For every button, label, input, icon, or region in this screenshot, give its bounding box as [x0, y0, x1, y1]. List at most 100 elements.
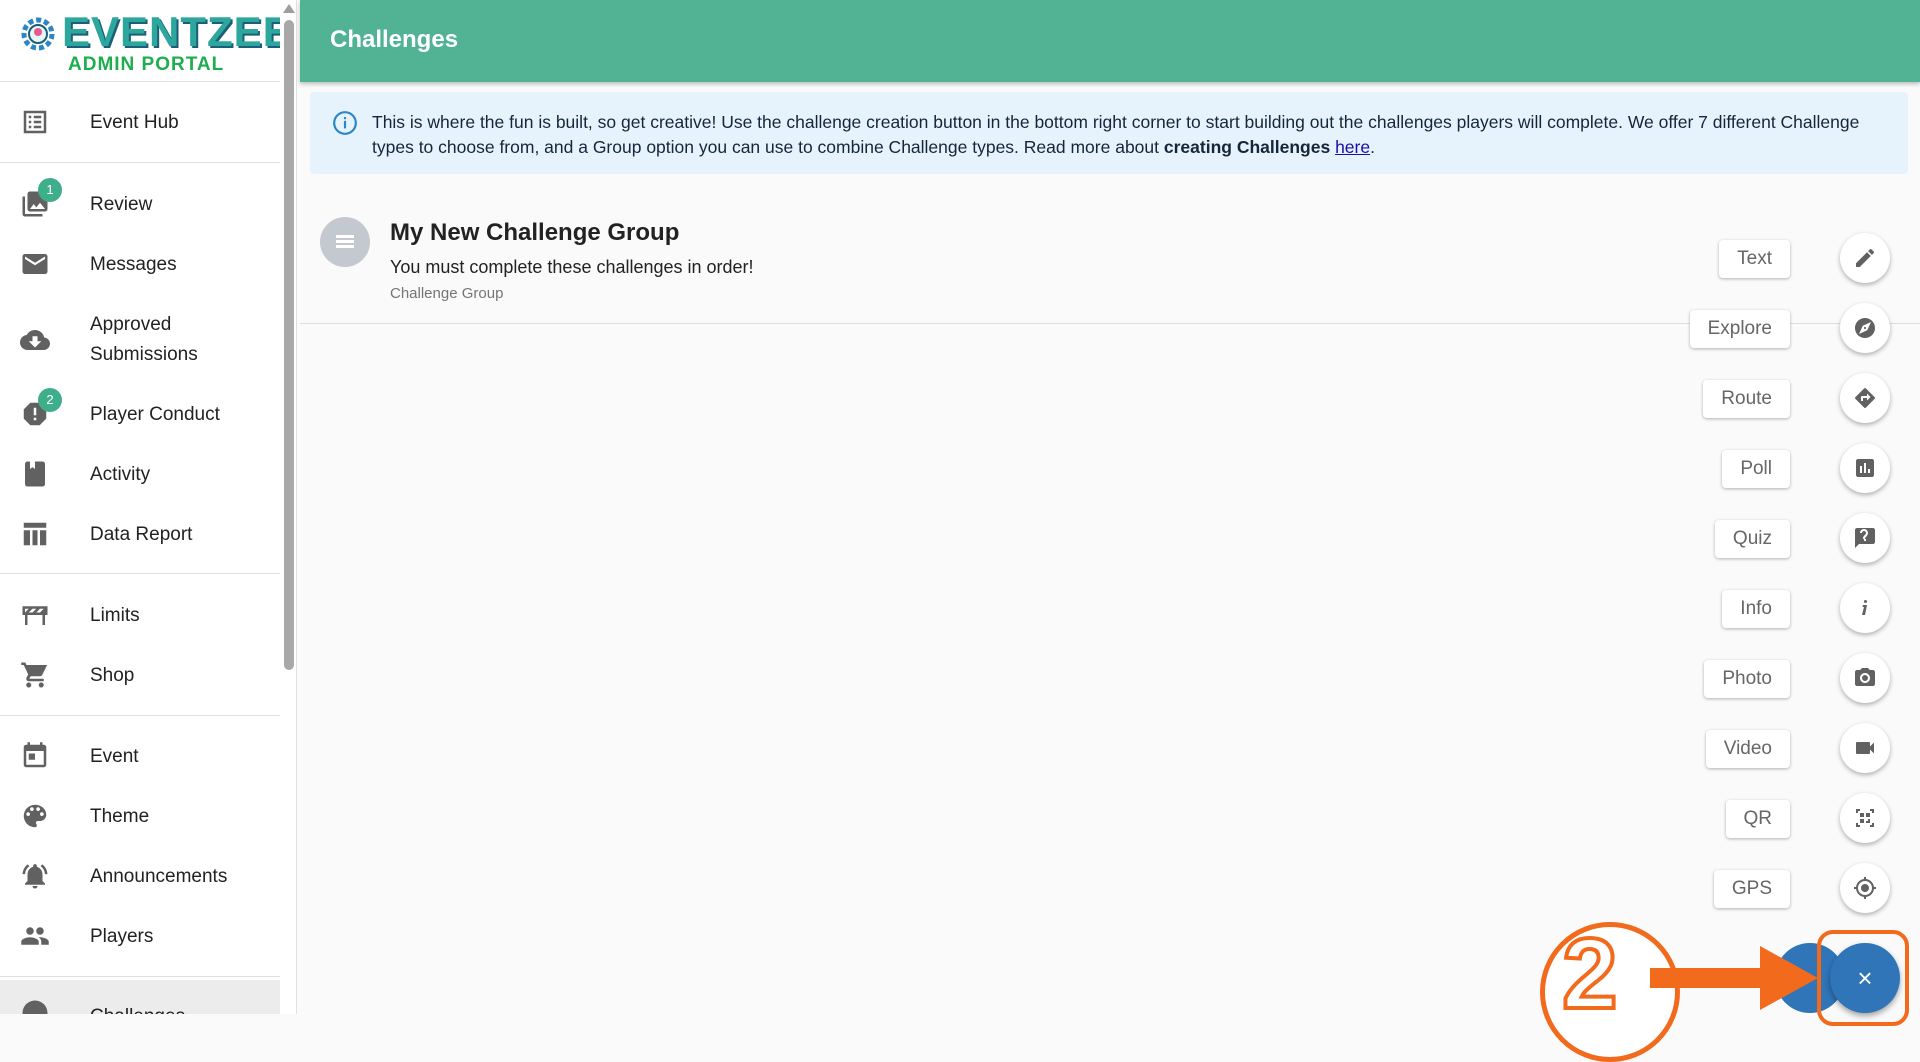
sidebar-item-label: Player Conduct: [90, 403, 220, 425]
speed-dial-button[interactable]: [1840, 793, 1890, 843]
speed-dial-button[interactable]: [1840, 513, 1890, 563]
conduct-count-badge: 2: [38, 388, 62, 412]
speed-dial-info[interactable]: Info: [1690, 583, 1890, 633]
speed-dial-route[interactable]: Route: [1690, 373, 1890, 423]
speed-dial-button[interactable]: [1840, 583, 1890, 633]
sidebar-item-label: Players: [90, 925, 154, 947]
speed-dial-poll[interactable]: Poll: [1690, 443, 1890, 493]
sidebar-item-challenges[interactable]: Challenges: [0, 980, 280, 1014]
speed-dial-button[interactable]: [1840, 443, 1890, 493]
speed-dial-photo[interactable]: Photo: [1690, 653, 1890, 703]
sidebar-item-theme[interactable]: Theme: [0, 788, 280, 844]
barrier-icon: [20, 600, 50, 630]
speed-dial-button[interactable]: [1840, 303, 1890, 353]
challenges-icon: [20, 998, 50, 1014]
nav-divider: [0, 573, 280, 574]
compass-icon: [1855, 318, 1875, 338]
review-count-badge: 1: [38, 178, 62, 202]
sidebar-item-label: Challenges: [90, 1002, 185, 1014]
group-stack-icon: [336, 235, 354, 248]
bar-chart-icon: [1856, 459, 1874, 477]
palette-icon: [20, 801, 50, 831]
sidebar-item-label-line1: Approved: [90, 314, 172, 335]
sidebar-item-players[interactable]: Players: [0, 908, 280, 964]
speed-dial-button[interactable]: [1840, 723, 1890, 773]
sidebar-item-label: Event: [90, 745, 139, 767]
pencil-icon: [1856, 248, 1875, 267]
calendar-icon: [20, 741, 50, 771]
brand-subtitle: ADMIN PORTAL: [68, 54, 225, 75]
speed-dial-label[interactable]: Info: [1722, 590, 1790, 628]
eventzee-logo[interactable]: EVENTZEE ADMIN PORTAL: [18, 10, 291, 76]
sidebar-item-label: Messages: [90, 253, 177, 275]
speed-dial-label[interactable]: QR: [1725, 800, 1790, 838]
book-icon: [20, 459, 50, 489]
speed-dial-video[interactable]: Video: [1690, 723, 1890, 773]
sidebar-item-event[interactable]: Event: [0, 728, 280, 784]
camera-icon: [1855, 668, 1875, 686]
info-circle-icon: [333, 111, 357, 135]
video-camera-icon: [1856, 742, 1874, 754]
speed-dial-text[interactable]: Text: [1690, 233, 1890, 283]
speed-dial-gps[interactable]: GPS: [1690, 863, 1890, 913]
sidebar-item-label: Review: [90, 193, 153, 215]
sidebar-item-label: Data Report: [90, 523, 193, 545]
speed-dial-quiz[interactable]: Quiz: [1690, 513, 1890, 563]
sidebar-item-approved-submissions[interactable]: Approved Submissions: [0, 310, 280, 370]
nav-divider: [0, 715, 280, 716]
speed-dial-button[interactable]: [1840, 653, 1890, 703]
speed-dial-button[interactable]: [1840, 863, 1890, 913]
sidebar-item-data-report[interactable]: Data Report: [0, 506, 280, 562]
list-icon: [20, 107, 50, 137]
speed-dial-explore[interactable]: Explore: [1670, 303, 1890, 353]
cloud-download-icon: [20, 325, 50, 355]
sidebar-item-label: Event Hub: [90, 111, 179, 133]
speed-dial-button[interactable]: [1840, 373, 1890, 423]
sidebar-item-event-hub[interactable]: Event Hub: [0, 94, 280, 150]
info-text-bold: creating Challenges: [1163, 137, 1331, 157]
speed-dial-label[interactable]: Video: [1705, 730, 1790, 768]
nav-divider: [0, 976, 280, 977]
sidebar-item-player-conduct[interactable]: 2 Player Conduct: [0, 386, 280, 442]
group-description: You must complete these challenges in or…: [390, 257, 754, 277]
scrollbar-thumb[interactable]: [284, 20, 294, 670]
question-bubble-icon: [1855, 528, 1875, 548]
speed-dial-qr[interactable]: QR: [1690, 793, 1890, 843]
sidebar-item-label: Theme: [90, 805, 150, 827]
qr-code-icon: [1856, 809, 1874, 827]
speed-dial-label[interactable]: GPS: [1713, 870, 1790, 908]
info-banner: This is where the fun is built, so get c…: [310, 92, 1908, 174]
close-speed-dial-button[interactable]: ×: [1830, 943, 1900, 1013]
notification-bell-icon: [20, 861, 50, 891]
nav-divider: [0, 162, 280, 163]
page-title: Challenges: [330, 26, 459, 53]
sidebar-item-label: Activity: [90, 463, 151, 485]
sidebar-item-messages[interactable]: Messages: [0, 236, 280, 292]
sidebar-item-review[interactable]: 1 Review: [0, 176, 280, 232]
sidebar-item-label: Limits: [90, 604, 140, 626]
info-text-body: This is where the fun is built, so get c…: [372, 112, 1860, 157]
sidebar-item-label: Announcements: [90, 865, 228, 887]
scroll-up-arrow-icon[interactable]: [283, 4, 295, 13]
people-icon: [20, 921, 50, 951]
info-text-period: .: [1370, 137, 1375, 157]
speed-dial-label[interactable]: Text: [1719, 240, 1790, 278]
directions-icon: [1855, 387, 1876, 408]
help-link[interactable]: here: [1335, 137, 1370, 157]
speed-dial-label[interactable]: Route: [1703, 380, 1790, 418]
sidebar-item-shop[interactable]: Shop: [0, 647, 280, 703]
sidebar-item-limits[interactable]: Limits: [0, 587, 280, 643]
sidebar-item-label-line2: Submissions: [90, 344, 198, 365]
sidebar-item-activity[interactable]: Activity: [0, 446, 280, 502]
brand-name: EVENTZEE: [62, 8, 292, 55]
group-type-label: Challenge Group: [390, 285, 504, 302]
speed-dial-label[interactable]: Quiz: [1714, 520, 1790, 558]
gear-logo-icon: [21, 17, 55, 51]
speed-dial-label[interactable]: Photo: [1704, 660, 1790, 698]
speed-dial-label[interactable]: Explore: [1689, 310, 1790, 348]
speed-dial-label[interactable]: Poll: [1722, 450, 1790, 488]
arrow-right-icon: [1650, 946, 1818, 1010]
cart-icon: [20, 660, 50, 690]
sidebar-item-announcements[interactable]: Announcements: [0, 848, 280, 904]
speed-dial-button[interactable]: [1840, 233, 1890, 283]
